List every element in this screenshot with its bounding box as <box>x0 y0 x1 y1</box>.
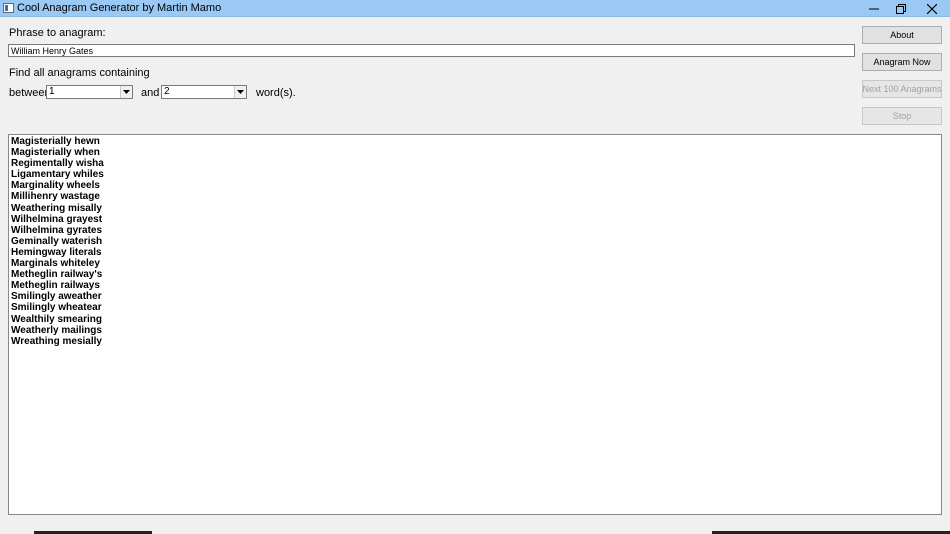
list-item[interactable]: Ligamentary whiles <box>11 169 941 180</box>
list-item[interactable]: Wreathing mesially <box>11 336 941 347</box>
list-item[interactable]: Smilingly aweather <box>11 291 941 302</box>
close-button[interactable] <box>916 0 948 17</box>
list-item[interactable]: Magisterially when <box>11 147 941 158</box>
list-item[interactable]: Wealthily smearing <box>11 314 941 325</box>
restore-icon <box>896 3 906 14</box>
next-100-anagrams-button[interactable]: Next 100 Anagrams <box>862 80 942 98</box>
window-title: Cool Anagram Generator by Martin Mamo <box>17 2 222 14</box>
chevron-down-icon[interactable] <box>120 86 132 98</box>
min-words-value: 1 <box>49 86 55 97</box>
find-label: Find all anagrams containing <box>9 67 150 79</box>
list-item[interactable]: Wilhelmina grayest <box>11 214 941 225</box>
list-item[interactable]: Metheglin railway's <box>11 269 941 280</box>
max-words-dropdown[interactable]: 2 <box>161 85 247 99</box>
max-words-value: 2 <box>164 86 170 97</box>
about-button[interactable]: About <box>862 26 942 44</box>
list-item[interactable]: Millihenry wastage <box>11 191 941 202</box>
stop-button[interactable]: Stop <box>862 107 942 125</box>
words-label: word(s). <box>256 87 296 99</box>
list-item[interactable]: Marginality wheels <box>11 180 941 191</box>
list-item[interactable]: Weathering misally <box>11 203 941 214</box>
anagram-now-button[interactable]: Anagram Now <box>862 53 942 71</box>
minimize-icon <box>869 8 879 9</box>
close-icon <box>927 3 937 14</box>
phrase-label: Phrase to anagram: <box>9 27 106 39</box>
list-item[interactable]: Magisterially hewn <box>11 136 941 147</box>
results-list[interactable]: Magisterially hewn Magisterially when Re… <box>8 134 942 515</box>
list-item[interactable]: Hemingway literals <box>11 247 941 258</box>
phrase-input[interactable] <box>8 44 855 57</box>
and-label: and <box>141 87 160 99</box>
title-bar: Cool Anagram Generator by Martin Mamo <box>0 0 950 17</box>
chevron-down-icon[interactable] <box>234 86 246 98</box>
list-item[interactable]: Regimentally wisha <box>11 158 941 169</box>
list-item[interactable]: Marginals whiteley <box>11 258 941 269</box>
app-icon <box>3 3 14 13</box>
list-item[interactable]: Geminally waterish <box>11 236 941 247</box>
list-item[interactable]: Smilingly wheatear <box>11 302 941 313</box>
restore-button[interactable] <box>885 0 917 17</box>
min-words-dropdown[interactable]: 1 <box>46 85 133 99</box>
between-label: between <box>9 87 51 99</box>
list-item[interactable]: Wilhelmina gyrates <box>11 225 941 236</box>
list-item[interactable]: Metheglin railways <box>11 280 941 291</box>
list-item[interactable]: Weatherly mailings <box>11 325 941 336</box>
